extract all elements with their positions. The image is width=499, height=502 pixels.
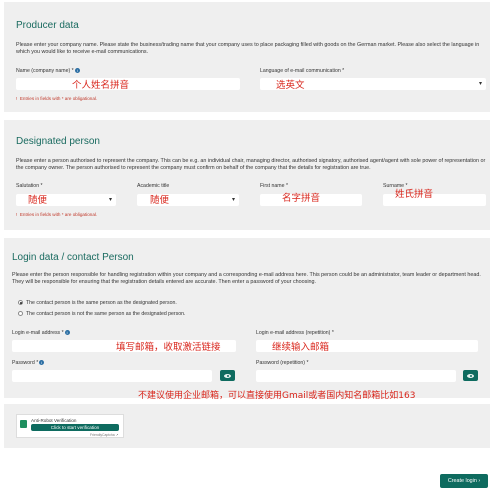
first-name-label: First name * bbox=[260, 183, 288, 189]
salutation-annotation: 随便 bbox=[28, 195, 48, 206]
login-data-description: Please enter the person responsible for … bbox=[12, 272, 481, 286]
chevron-right-icon: › bbox=[478, 478, 481, 484]
company-name-annotation: 个人姓名拼音 bbox=[72, 80, 130, 91]
chevron-down-icon: ▾ bbox=[478, 81, 482, 87]
academic-title-annotation: 随便 bbox=[150, 195, 170, 206]
company-name-label: Name (company name) * i bbox=[16, 68, 80, 74]
captcha-brand-link[interactable]: FriendlyCaptcha ↗ bbox=[90, 433, 118, 437]
login-email-label: Login e-mail address * i bbox=[12, 330, 70, 336]
password-repeat-input[interactable] bbox=[256, 370, 456, 382]
designated-person-title: Designated person bbox=[16, 136, 100, 147]
captcha-title: Anti-Robot Verification bbox=[31, 418, 77, 423]
email-language-label: Language of e-mail communication * bbox=[260, 68, 345, 74]
password-input[interactable] bbox=[12, 370, 212, 382]
surname-annotation: 姓氏拼音 bbox=[395, 189, 434, 200]
salutation-label: Salutation * bbox=[16, 183, 43, 189]
error-icon: ! bbox=[16, 212, 18, 217]
info-icon[interactable]: i bbox=[64, 330, 70, 336]
academic-title-label: Academic title bbox=[137, 183, 170, 189]
show-password-repeat-eye-icon[interactable] bbox=[463, 370, 478, 381]
error-icon: ! bbox=[16, 96, 18, 101]
friendly-captcha-logo-icon bbox=[20, 420, 27, 428]
required-note: ! Entries in fields with * are obligatio… bbox=[16, 212, 98, 217]
chevron-down-icon: ▾ bbox=[231, 197, 235, 203]
radio-not-same-person[interactable] bbox=[18, 311, 23, 316]
radio-same-person-label: The contact person is the same person as… bbox=[26, 300, 177, 306]
captcha-start-button[interactable]: Click to start verification bbox=[31, 424, 119, 431]
password-label: Password * i bbox=[12, 360, 45, 366]
login-data-title: Login data / contact Person bbox=[12, 252, 134, 263]
login-email-repeat-annotation: 继续输入邮箱 bbox=[272, 342, 330, 353]
first-name-annotation: 名字拼音 bbox=[282, 193, 321, 204]
password-repeat-label: Password (repetition) * bbox=[256, 360, 309, 366]
info-icon[interactable]: i bbox=[74, 68, 80, 74]
radio-same-person[interactable] bbox=[18, 300, 23, 305]
info-icon[interactable]: i bbox=[39, 360, 45, 366]
login-email-annotation: 填写邮箱，收取激活链接 bbox=[116, 342, 221, 353]
email-language-annotation: 选英文 bbox=[276, 80, 305, 91]
show-password-eye-icon[interactable] bbox=[220, 370, 235, 381]
required-note: ! Entries in fields with * are obligatio… bbox=[16, 96, 98, 101]
create-login-button[interactable]: Create login › bbox=[440, 474, 488, 488]
chevron-down-icon: ▾ bbox=[108, 197, 112, 203]
producer-data-description: Please enter your company name. Please s… bbox=[16, 42, 480, 56]
email-advice-annotation: 不建议使用企业邮箱，可以直接使用Gmail或者国内知名邮箱比如163 bbox=[138, 391, 416, 401]
designated-person-description: Please enter a person authorised to repr… bbox=[16, 158, 486, 172]
producer-data-title: Producer data bbox=[16, 20, 79, 31]
login-email-repeat-label: Login e-mail address (repetition) * bbox=[256, 330, 334, 336]
radio-not-same-person-label: The contact person is not the same perso… bbox=[26, 311, 186, 317]
